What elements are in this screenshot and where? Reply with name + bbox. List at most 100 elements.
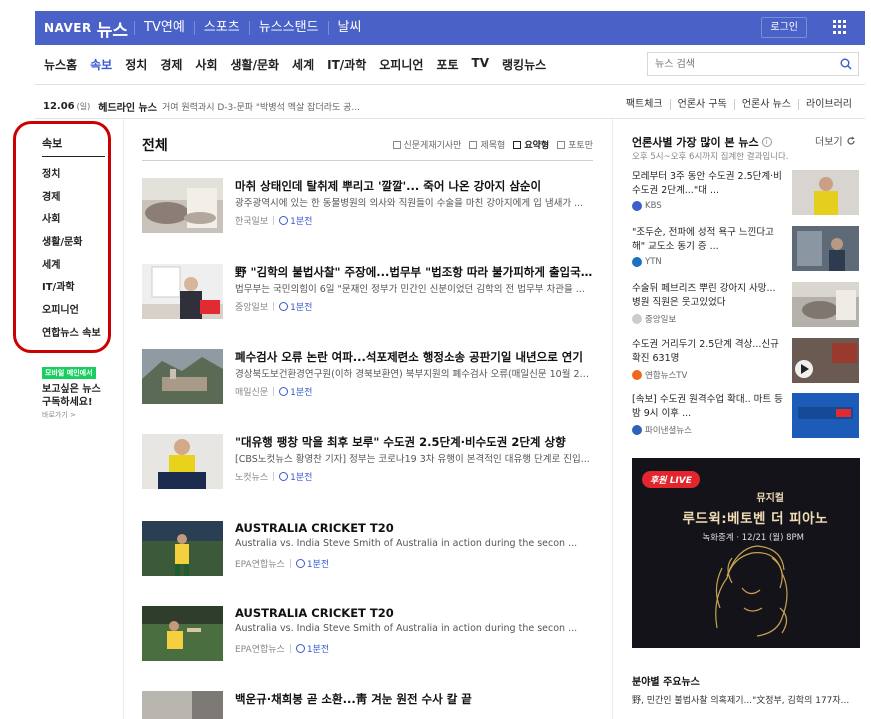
sidebar-item-opinion[interactable]: 오피니언 [42,301,101,324]
press-source[interactable]: 연합뉴스TV [632,369,687,381]
article-thumbnail[interactable] [142,349,223,404]
article-thumbnail[interactable] [142,606,223,661]
cat-politics[interactable]: 정치 [125,56,147,73]
press-source[interactable]: KBS [632,201,662,211]
most-viewed-item[interactable]: "조두순, 전파에 성적 욕구 느낀다고 해" 교도소 동기 증 ... YTN [632,226,860,276]
press-source[interactable]: YTN [632,257,662,267]
article-thumbnail[interactable] [142,434,223,489]
article-title[interactable]: 野 "김학의 불법사찰" 주장에...법무부 "법조항 따라 불가피하게 출입국… [235,264,595,280]
article-source[interactable]: 한국일보 [235,214,268,227]
article-thumbnail[interactable] [142,691,223,719]
sidebar-item-economy[interactable]: 경제 [42,188,101,211]
sidebar-item-life[interactable]: 생활/문화 [42,233,101,256]
article-title[interactable]: AUSTRALIA CRICKET T20 [235,606,595,620]
cat-photo[interactable]: 포토 [436,56,458,73]
search-icon[interactable] [840,58,852,70]
apps-grid-icon[interactable] [833,20,847,34]
most-viewed-headline[interactable]: 모레부터 3주 동안 수도권 2.5단계·비수도권 2단계..."대 ... [632,170,784,198]
article-source[interactable]: 매일신문 [235,385,268,398]
article-title[interactable]: AUSTRALIA CRICKET T20 [235,521,595,535]
article-thumbnail[interactable] [142,521,223,576]
article-item[interactable]: 野 "김학의 불법사찰" 주장에...법무부 "법조항 따라 불가피하게 출입국… [142,264,597,324]
most-viewed-thumbnail[interactable] [792,282,859,327]
top-nav-sports[interactable]: 스포츠 [193,21,249,35]
most-viewed-headline[interactable]: 수도권 거리두기 2.5단계 격상...신규 확진 631명 [632,338,784,366]
mobile-promo-link[interactable]: 바로가기 > [42,410,76,420]
article-time[interactable]: 1분전 [279,214,312,227]
info-icon[interactable]: i [761,137,772,147]
top-nav-weather[interactable]: 날씨 [327,21,371,35]
article-time[interactable]: 1분전 [295,642,329,655]
most-viewed-item[interactable]: [속보] 수도권 원격수업 확대.. 마트 등 밤 9시 이후 ... 파이낸셜… [632,393,860,443]
article-item[interactable]: AUSTRALIA CRICKET T20 Australia vs. Indi… [142,606,597,666]
cat-home[interactable]: 뉴스홈 [44,56,77,73]
top-nav-newsstand[interactable]: 뉴스스탠드 [248,21,328,35]
article-item[interactable]: 폐수검사 오류 논란 여파...석포제련소 행정소송 공판기일 내년으로 연기 … [142,349,597,409]
article-thumbnail[interactable] [142,178,223,233]
most-viewed-thumbnail[interactable] [792,170,859,215]
cat-world[interactable]: 세계 [292,56,314,73]
article-source[interactable]: 노컷뉴스 [235,470,268,483]
sidebar-item-it[interactable]: IT/과학 [42,278,101,301]
view-photo[interactable]: 포토만 [557,138,593,151]
link-factcheck[interactable]: 팩트체크 [619,99,670,110]
article-title[interactable]: 폐수검사 오류 논란 여파...석포제련소 행정소송 공판기일 내년으로 연기 [235,349,595,365]
link-press-subscribe[interactable]: 언론사 구독 [669,99,734,110]
article-title[interactable]: "대유행 팽창 막을 최후 보루" 수도권 2.5단계·비수도권 2단계 상향 [235,434,595,450]
press-source[interactable]: 중앙일보 [632,313,676,325]
cat-life[interactable]: 생활/문화 [231,56,280,73]
most-viewed-thumbnail[interactable] [792,338,859,383]
article-item[interactable]: AUSTRALIA CRICKET T20 Australia vs. Indi… [142,521,597,581]
article-source[interactable]: EPA연합뉴스 [235,642,285,655]
cat-opinion[interactable]: 오피니언 [379,56,423,73]
view-title[interactable]: 제목형 [469,138,505,151]
sidebar-item-world[interactable]: 세계 [42,256,101,279]
most-viewed-headline[interactable]: 수술뒤 페브리즈 뿌린 강아지 사망... 병원 직원은 웃고있었다 [632,282,784,310]
cat-ranking[interactable]: 랭킹뉴스 [502,56,546,73]
article-item[interactable]: "대유행 팽창 막을 최후 보루" 수도권 2.5단계·비수도권 2단계 상향 … [142,434,597,494]
view-print-only[interactable]: 신문게재기사만 [392,138,461,151]
article-time[interactable]: 1분전 [279,300,312,313]
article-time[interactable]: 1분전 [279,470,312,483]
more-button[interactable]: 더보기 [815,133,856,148]
sidebar-item-politics[interactable]: 정치 [42,165,101,188]
search-input[interactable] [648,53,828,75]
article-title[interactable]: 백운규·채희봉 곧 소환...靑 겨눈 원전 수사 칼 끝 [235,691,595,707]
most-viewed-headline[interactable]: [속보] 수도권 원격수업 확대.. 마트 등 밤 9시 이후 ... [632,393,784,421]
news-logo[interactable]: 뉴스 [97,16,128,41]
article-thumbnail[interactable] [142,264,223,319]
most-viewed-item[interactable]: 모레부터 3주 동안 수도권 2.5단계·비수도권 2단계..."대 ... K… [632,170,860,220]
cat-economy[interactable]: 경제 [160,56,182,73]
mobile-promo[interactable]: 보고싶은 뉴스 구독하세요! [42,383,101,409]
naver-logo[interactable]: NAVER [44,21,92,35]
article-item[interactable]: 백운규·채희봉 곧 소환...靑 겨눈 원전 수사 칼 끝 [142,691,597,719]
section-headline[interactable]: 野, 민간인 불법사찰 의혹제기..."文정부, 김학의 177자... [632,693,849,706]
musical-ad-banner[interactable]: 후원 LIVE 뮤지컬 루드윅:베토벤 더 피아노 녹화중계 · 12/21 (… [632,458,860,648]
headline-label[interactable]: 헤드라인 뉴스 [98,99,157,114]
sidebar-item-yonhap[interactable]: 연합뉴스 속보 [42,324,101,347]
login-button[interactable]: 로그인 [761,17,807,38]
sidebar-item-society[interactable]: 사회 [42,210,101,233]
article-time[interactable]: 1분전 [279,385,312,398]
cat-tv[interactable]: TV [472,56,489,73]
most-viewed-item[interactable]: 수술뒤 페브리즈 뿌린 강아지 사망... 병원 직원은 웃고있었다 중앙일보 [632,282,860,332]
sidebar-title[interactable]: 속보 [42,135,62,151]
article-source[interactable]: 중앙일보 [235,300,268,313]
cat-it[interactable]: IT/과학 [327,56,366,73]
most-viewed-item[interactable]: 수도권 거리두기 2.5단계 격상...신규 확진 631명 연합뉴스TV [632,338,860,388]
most-viewed-thumbnail[interactable] [792,393,859,438]
view-summary[interactable]: 요약형 [513,138,549,151]
press-source[interactable]: 파이낸셜뉴스 [632,424,692,436]
cat-breaking[interactable]: 속보 [90,56,112,73]
most-viewed-headline[interactable]: "조두순, 전파에 성적 욕구 느낀다고 해" 교도소 동기 증 ... [632,226,784,254]
most-viewed-thumbnail[interactable] [792,226,859,271]
article-source[interactable]: EPA연합뉴스 [235,557,285,570]
article-time[interactable]: 1분전 [295,557,329,570]
link-press-news[interactable]: 언론사 뉴스 [733,99,798,110]
article-item[interactable]: 마취 상태인데 탈취제 뿌리고 '깔깔'... 죽어 나온 강아지 삼순이 광주… [142,178,597,238]
top-nav-tv[interactable]: TV연예 [134,21,194,35]
cat-society[interactable]: 사회 [195,56,217,73]
article-title[interactable]: 마취 상태인데 탈취제 뿌리고 '깔깔'... 죽어 나온 강아지 삼순이 [235,178,595,194]
headline-ticker[interactable]: 거여 원력과시 D-3-문파 "박병석 멕살 잡더라도 공... [162,100,360,113]
link-library[interactable]: 라이브러리 [798,99,859,110]
